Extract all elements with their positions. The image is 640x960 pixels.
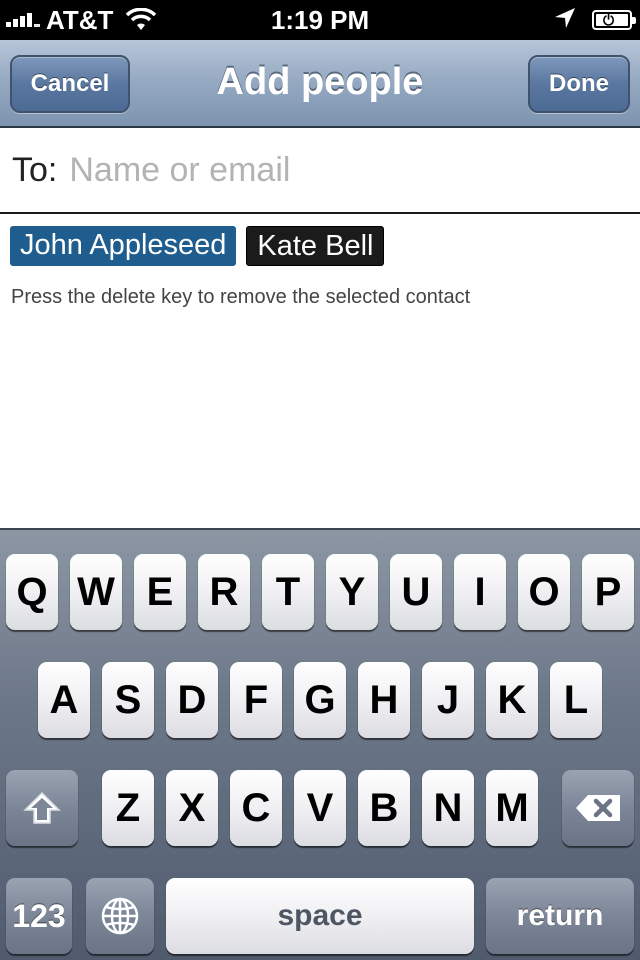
status-time: 1:19 PM: [270, 5, 370, 35]
key-i[interactable]: I: [454, 554, 506, 630]
to-field-row: To:: [0, 128, 640, 214]
key-o[interactable]: O: [518, 554, 570, 630]
key-h[interactable]: H: [358, 662, 410, 738]
key-w[interactable]: W: [70, 554, 122, 630]
hint-text: Press the delete key to remove the selec…: [11, 286, 471, 308]
key-v[interactable]: V: [294, 770, 346, 846]
key-e[interactable]: E: [134, 554, 186, 630]
key-f[interactable]: F: [230, 662, 282, 738]
key-d[interactable]: D: [166, 662, 218, 738]
backspace-icon: [576, 795, 620, 821]
globe-key[interactable]: [86, 878, 154, 954]
recipient-chips: John Appleseed Kate Bell: [10, 226, 394, 266]
key-c[interactable]: C: [230, 770, 282, 846]
status-bar: AT&T 1:19 PM ⏻: [0, 0, 640, 40]
location-arrow-icon: [554, 5, 576, 36]
numbers-key[interactable]: 123: [6, 878, 72, 954]
done-button[interactable]: Done: [528, 55, 630, 113]
key-k[interactable]: K: [486, 662, 538, 738]
key-p[interactable]: P: [582, 554, 634, 630]
to-label: To:: [12, 150, 58, 189]
keyboard: Q W E R T Y U I O P A S D F G H J K L Z …: [0, 528, 640, 960]
shift-key[interactable]: [6, 770, 78, 846]
navigation-bar: Add people Cancel Done: [0, 40, 640, 128]
charging-plug-icon: ⏻: [603, 12, 615, 28]
space-key[interactable]: space: [166, 878, 474, 954]
status-right: ⏻: [554, 0, 636, 40]
cancel-button[interactable]: Cancel: [10, 55, 130, 113]
battery-icon: ⏻: [592, 10, 636, 30]
key-r[interactable]: R: [198, 554, 250, 630]
key-s[interactable]: S: [102, 662, 154, 738]
key-t[interactable]: T: [262, 554, 314, 630]
return-key[interactable]: return: [486, 878, 634, 954]
key-b[interactable]: B: [358, 770, 410, 846]
key-u[interactable]: U: [390, 554, 442, 630]
key-z[interactable]: Z: [102, 770, 154, 846]
recipient-search-input[interactable]: [69, 150, 590, 190]
shift-arrow-icon: [23, 791, 61, 824]
key-m[interactable]: M: [486, 770, 538, 846]
key-n[interactable]: N: [422, 770, 474, 846]
key-a[interactable]: A: [38, 662, 90, 738]
delete-key[interactable]: [562, 770, 634, 846]
key-j[interactable]: J: [422, 662, 474, 738]
key-l[interactable]: L: [550, 662, 602, 738]
key-y[interactable]: Y: [326, 554, 378, 630]
key-q[interactable]: Q: [6, 554, 58, 630]
key-x[interactable]: X: [166, 770, 218, 846]
recipient-chip[interactable]: Kate Bell: [246, 226, 385, 266]
recipient-chip-selected[interactable]: John Appleseed: [10, 226, 237, 266]
globe-icon: [101, 897, 139, 935]
key-g[interactable]: G: [294, 662, 346, 738]
